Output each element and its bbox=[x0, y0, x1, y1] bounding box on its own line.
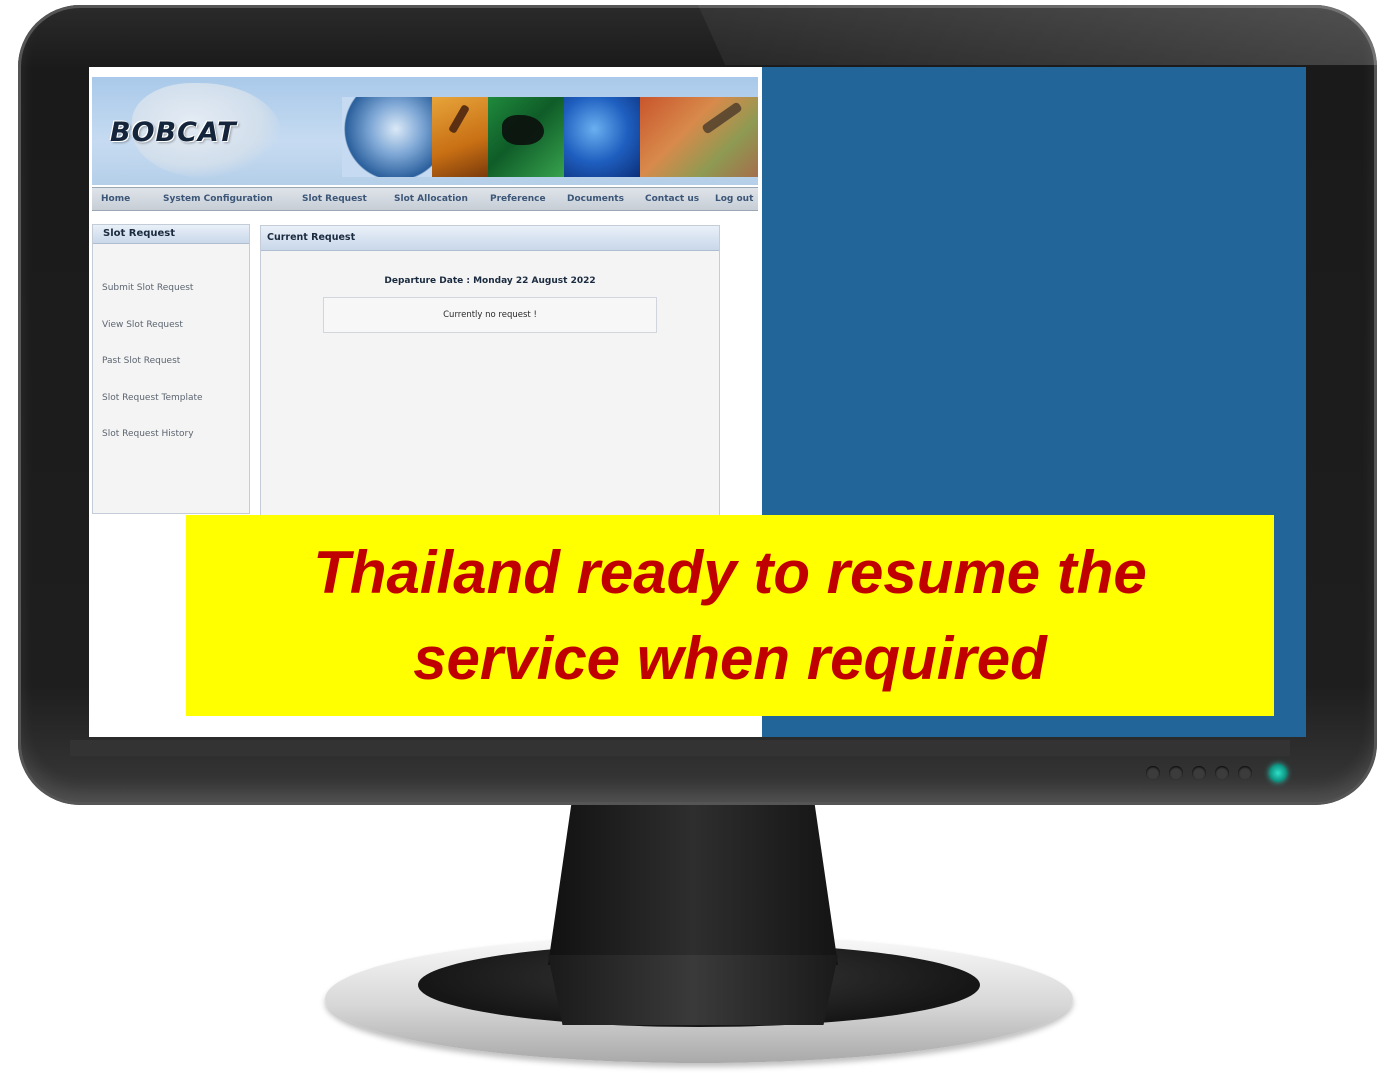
bobcat-logo[interactable]: BOBCAT bbox=[110, 117, 237, 148]
power-led-icon bbox=[1269, 764, 1287, 782]
sidebar-panel: Slot Request Submit Slot Request View Sl… bbox=[92, 224, 250, 514]
nav-slot-request[interactable]: Slot Request bbox=[302, 194, 367, 204]
monitor-button[interactable] bbox=[1238, 766, 1252, 780]
caption-line-1: Thailand ready to resume the bbox=[313, 538, 1147, 606]
nav-slot-allocation[interactable]: Slot Allocation bbox=[394, 194, 468, 204]
monitor-glare bbox=[698, 5, 1377, 65]
sidebar-item-submit-slot-request[interactable]: Submit Slot Request bbox=[102, 283, 193, 293]
departure-date: Departure Date : Monday 22 August 2022 bbox=[384, 276, 596, 286]
nav-preference[interactable]: Preference bbox=[490, 194, 546, 204]
nav-contact-us[interactable]: Contact us bbox=[645, 194, 699, 204]
sidebar-title: Slot Request bbox=[93, 225, 249, 244]
airplane-image bbox=[432, 97, 488, 177]
monitor-neck-foot bbox=[548, 955, 838, 1025]
no-request-message: Currently no request ! bbox=[323, 297, 657, 333]
nav-home[interactable]: Home bbox=[101, 194, 130, 204]
caption-line-2: service when required bbox=[413, 624, 1047, 692]
globe-image bbox=[342, 97, 432, 177]
caption-banner: Thailand ready to resume the service whe… bbox=[186, 515, 1274, 716]
monitor-button[interactable] bbox=[1192, 766, 1206, 780]
header-banner: BOBCAT bbox=[92, 77, 758, 185]
monitor-neck bbox=[548, 805, 838, 965]
monitor-button[interactable] bbox=[1169, 766, 1183, 780]
monitor-chin bbox=[70, 740, 1290, 756]
nav-log-out[interactable]: Log out bbox=[715, 194, 753, 204]
main-nav: Home System Configuration Slot Request S… bbox=[92, 187, 758, 211]
sidebar-item-past-slot-request[interactable]: Past Slot Request bbox=[102, 356, 180, 366]
current-request-panel: Current Request Departure Date : Monday … bbox=[260, 225, 720, 527]
sidebar-item-view-slot-request[interactable]: View Slot Request bbox=[102, 320, 183, 330]
sidebar-item-slot-request-history[interactable]: Slot Request History bbox=[102, 429, 194, 439]
asia-map-image bbox=[488, 97, 564, 177]
current-request-title: Current Request bbox=[261, 226, 719, 251]
sky-image bbox=[564, 97, 640, 177]
nav-documents[interactable]: Documents bbox=[567, 194, 624, 204]
monitor-button[interactable] bbox=[1146, 766, 1160, 780]
nav-system-configuration[interactable]: System Configuration bbox=[163, 194, 273, 204]
monitor-buttons bbox=[1146, 764, 1287, 782]
banner-photo-strip bbox=[342, 97, 758, 177]
terrain-map-image bbox=[640, 97, 758, 177]
monitor-button[interactable] bbox=[1215, 766, 1229, 780]
sidebar-item-slot-request-template[interactable]: Slot Request Template bbox=[102, 393, 203, 403]
